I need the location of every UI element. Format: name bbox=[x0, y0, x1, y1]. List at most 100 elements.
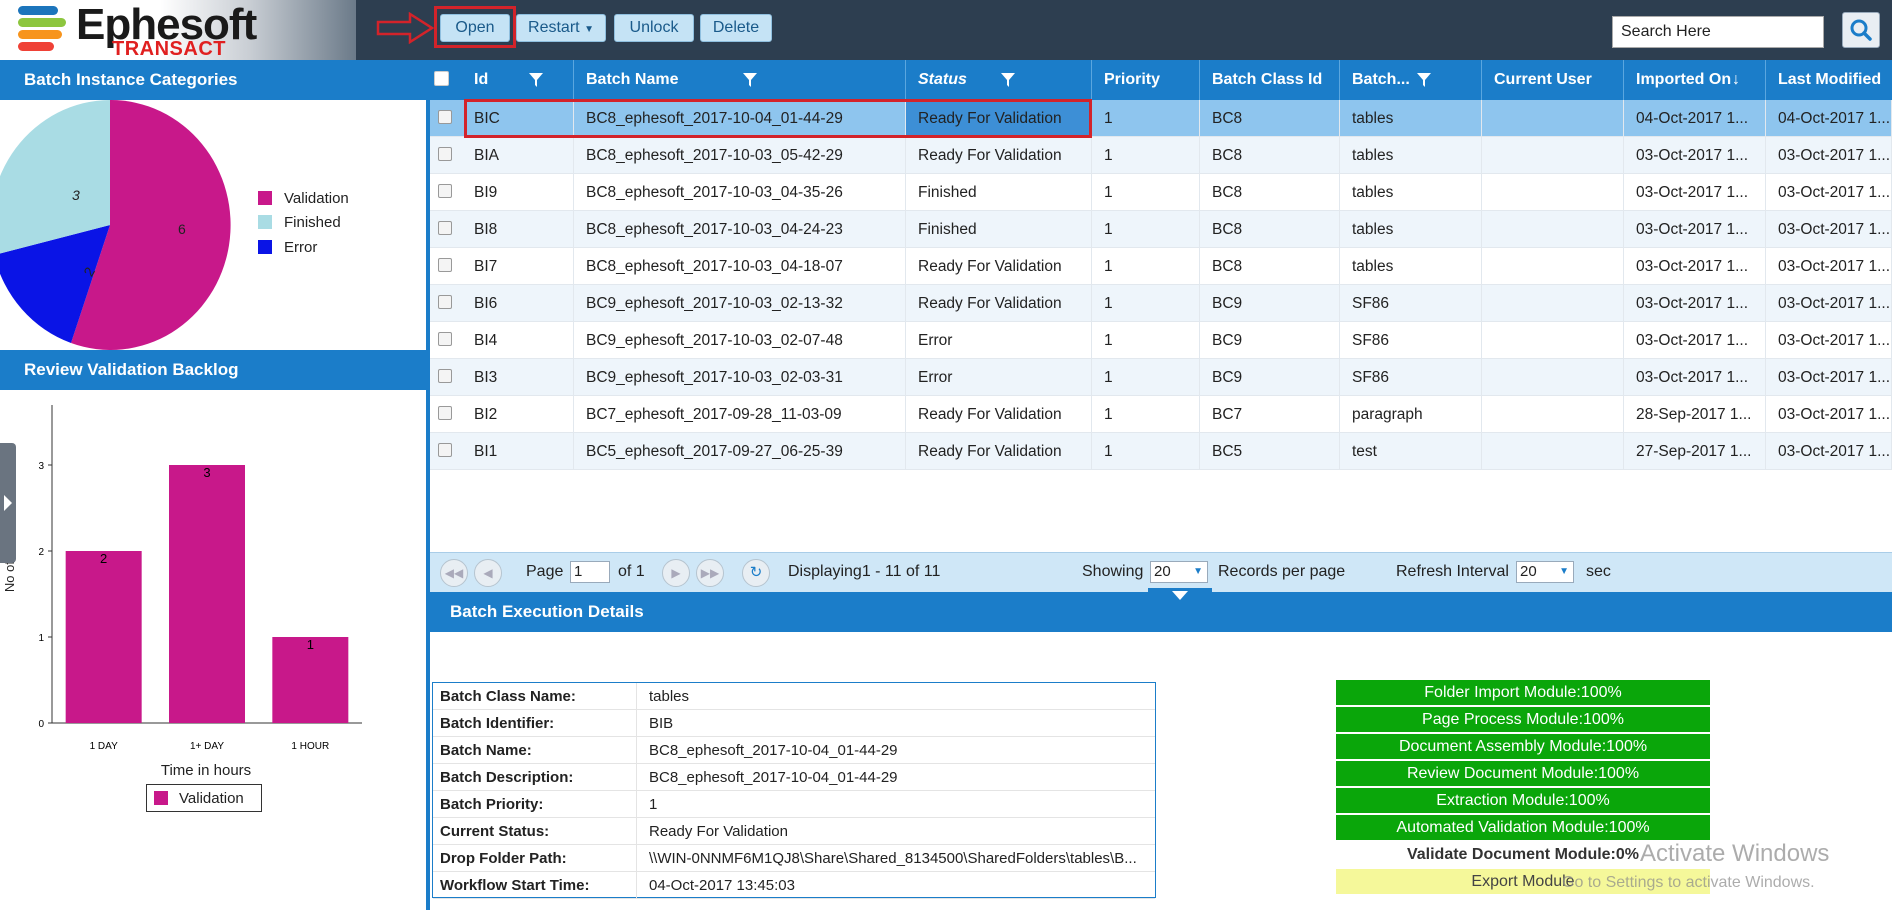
detail-row: Batch Priority: 1 bbox=[433, 791, 1155, 818]
table-row[interactable]: BI1 BC5_ephesoft_2017-09-27_06-25-39 Ready… bbox=[430, 433, 1892, 470]
cell-id: BI9 bbox=[462, 174, 574, 211]
column-header-batch-class-id[interactable]: Batch Class Id bbox=[1200, 60, 1340, 100]
cell-id: BI6 bbox=[462, 285, 574, 322]
table-row[interactable]: BI2 BC7_ephesoft_2017-09-28_11-03-09 Ready… bbox=[430, 396, 1892, 433]
cell-batch-class-id: BC8 bbox=[1200, 248, 1340, 285]
delete-button[interactable]: Delete bbox=[700, 14, 772, 42]
categories-pie-chart: 6 3 2 bbox=[0, 100, 231, 350]
detail-row: Batch Name: BC8_ephesoft_2017-10-04_01-44… bbox=[433, 737, 1155, 764]
filter-icon[interactable] bbox=[742, 72, 758, 88]
open-button[interactable]: Open bbox=[440, 14, 510, 42]
cell-last-modified: 03-Oct-2017 1... bbox=[1766, 359, 1892, 396]
cell-batch-class-id: BC9 bbox=[1200, 359, 1340, 396]
refresh-icon: ↻ bbox=[749, 564, 763, 581]
last-page-icon: ▶▶ bbox=[700, 566, 720, 580]
column-header-status[interactable]: Status bbox=[906, 60, 1092, 100]
detail-key: Batch Description: bbox=[433, 764, 637, 791]
filter-icon[interactable] bbox=[1416, 72, 1432, 88]
y-tick-label: 3 bbox=[38, 461, 44, 472]
row-checkbox[interactable] bbox=[438, 369, 452, 383]
refresh-interval-select[interactable]: 20 ▼ bbox=[1516, 561, 1574, 583]
refresh-button[interactable]: ↻ bbox=[742, 559, 770, 587]
page-number-input[interactable]: 1 bbox=[570, 561, 610, 583]
table-row[interactable]: BIA BC8_ephesoft_2017-10-03_05-42-29 Ready… bbox=[430, 137, 1892, 174]
row-checkbox[interactable] bbox=[438, 184, 452, 198]
table-row[interactable]: BI9 BC8_ephesoft_2017-10-03_04-35-26 Finis… bbox=[430, 174, 1892, 211]
cell-batch-class-name: tables bbox=[1340, 211, 1482, 248]
cell-current-user bbox=[1482, 433, 1624, 470]
detail-row: Batch Class Name: tables bbox=[433, 683, 1155, 710]
cell-batch-class-name: SF86 bbox=[1340, 359, 1482, 396]
column-header-batch-class-name[interactable]: Batch... bbox=[1340, 60, 1482, 100]
column-header-imported-on[interactable]: Imported On ↓ bbox=[1624, 60, 1766, 100]
last-page-button[interactable]: ▶▶ bbox=[696, 559, 724, 587]
table-row[interactable]: BI7 BC8_ephesoft_2017-10-03_04-18-07 Ready… bbox=[430, 248, 1892, 285]
cell-status: Ready For Validation bbox=[906, 396, 1092, 433]
cell-imported-on: 03-Oct-2017 1... bbox=[1624, 211, 1766, 248]
restart-button[interactable]: Restart ▼ bbox=[516, 14, 606, 42]
search-button[interactable] bbox=[1842, 12, 1880, 48]
column-header-current-user[interactable]: Current User bbox=[1482, 60, 1624, 100]
column-header-last-modified[interactable]: Last Modified bbox=[1766, 60, 1892, 100]
cell-id: BI8 bbox=[462, 211, 574, 248]
collapse-handle[interactable] bbox=[0, 443, 16, 563]
cell-priority: 1 bbox=[1092, 285, 1200, 322]
cell-priority: 1 bbox=[1092, 137, 1200, 174]
search-input[interactable]: Search Here bbox=[1612, 16, 1824, 48]
row-checkbox[interactable] bbox=[438, 110, 452, 124]
row-checkbox[interactable] bbox=[438, 406, 452, 420]
column-header-batch-name[interactable]: Batch Name bbox=[574, 60, 906, 100]
cell-imported-on: 04-Oct-2017 1... bbox=[1624, 100, 1766, 137]
first-page-button[interactable]: ◀◀ bbox=[440, 559, 468, 587]
next-page-button[interactable]: ▶ bbox=[662, 559, 690, 587]
showing-label: Showing bbox=[1082, 563, 1144, 580]
bar-validation[interactable] bbox=[65, 551, 142, 723]
cell-priority: 1 bbox=[1092, 211, 1200, 248]
table-row[interactable]: BI4 BC9_ephesoft_2017-10-03_02-07-48 Error… bbox=[430, 322, 1892, 359]
detail-value: tables bbox=[649, 688, 690, 705]
filter-icon[interactable] bbox=[528, 72, 544, 88]
red-arrow-annotation-icon bbox=[376, 12, 434, 44]
cell-batch-name: BC8_ephesoft_2017-10-03_04-35-26 bbox=[574, 174, 906, 211]
cell-batch-class-id: BC8 bbox=[1200, 137, 1340, 174]
row-checkbox[interactable] bbox=[438, 443, 452, 457]
cell-last-modified: 03-Oct-2017 1... bbox=[1766, 285, 1892, 322]
cell-last-modified: 03-Oct-2017 1... bbox=[1766, 174, 1892, 211]
batch-instance-grid: Id Batch Name Status Priority Batch Clas… bbox=[430, 60, 1892, 552]
refresh-interval-value: 20 bbox=[1520, 563, 1537, 580]
select-all-checkbox[interactable] bbox=[434, 71, 449, 86]
row-checkbox[interactable] bbox=[438, 332, 452, 346]
column-header-id[interactable]: Id bbox=[462, 60, 574, 100]
chevron-down-icon bbox=[1172, 591, 1188, 600]
cell-id: BI1 bbox=[462, 433, 574, 470]
cell-id: BIA bbox=[462, 137, 574, 174]
previous-page-button[interactable]: ◀ bbox=[474, 559, 502, 587]
x-axis-label: Time in hours bbox=[161, 762, 251, 779]
cell-last-modified: 03-Oct-2017 1... bbox=[1766, 137, 1892, 174]
row-checkbox[interactable] bbox=[438, 295, 452, 309]
row-checkbox[interactable] bbox=[438, 258, 452, 272]
cell-id: BI2 bbox=[462, 396, 574, 433]
cell-status: Error bbox=[906, 322, 1092, 359]
unlock-button[interactable]: Unlock bbox=[614, 14, 694, 42]
detail-key: Batch Class Name: bbox=[433, 683, 637, 710]
cell-imported-on: 03-Oct-2017 1... bbox=[1624, 285, 1766, 322]
row-checkbox[interactable] bbox=[438, 221, 452, 235]
table-row[interactable]: BI6 BC9_ephesoft_2017-10-03_02-13-32 Ready… bbox=[430, 285, 1892, 322]
records-per-page-select[interactable]: 20 ▼ bbox=[1150, 561, 1208, 583]
cell-status: Ready For Validation bbox=[906, 285, 1092, 322]
table-row[interactable]: BIC BC8_ephesoft_2017-10-04_01-44-29 Ready… bbox=[430, 100, 1892, 137]
detail-row: Batch Identifier: BIB bbox=[433, 710, 1155, 737]
bar-validation[interactable] bbox=[169, 465, 245, 723]
expand-pane-handle[interactable] bbox=[1148, 588, 1212, 604]
filter-icon[interactable] bbox=[1000, 72, 1016, 88]
cell-status: Finished bbox=[906, 211, 1092, 248]
cell-batch-class-id: BC8 bbox=[1200, 211, 1340, 248]
cell-priority: 1 bbox=[1092, 433, 1200, 470]
column-header-priority[interactable]: Priority bbox=[1092, 60, 1200, 100]
row-checkbox[interactable] bbox=[438, 147, 452, 161]
logo-subtext: TRANSACT bbox=[112, 38, 226, 60]
cell-id: BI7 bbox=[462, 248, 574, 285]
table-row[interactable]: BI3 BC9_ephesoft_2017-10-03_02-03-31 Error… bbox=[430, 359, 1892, 396]
table-row[interactable]: BI8 BC8_ephesoft_2017-10-03_04-24-23 Finis… bbox=[430, 211, 1892, 248]
